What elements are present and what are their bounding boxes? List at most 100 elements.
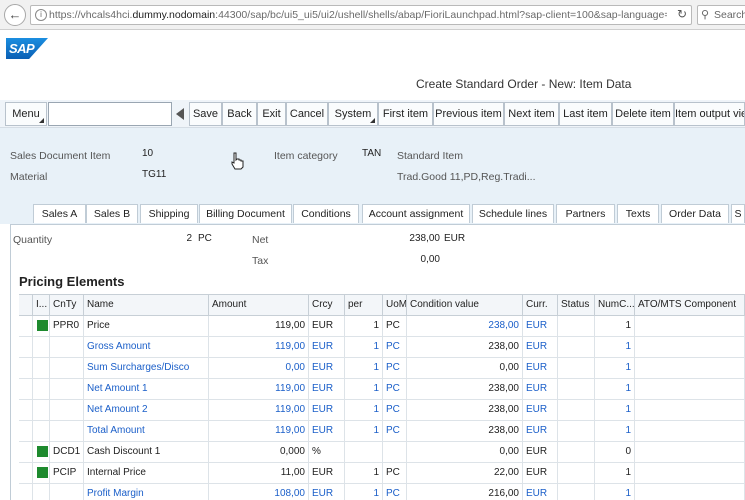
row-cnty[interactable] bbox=[50, 484, 84, 500]
address-bar[interactable]: i https://vhcals4hci.dummy.nodomain:4430… bbox=[30, 5, 692, 25]
row-select[interactable] bbox=[19, 379, 33, 399]
row-status[interactable] bbox=[558, 463, 595, 483]
row-cnty[interactable] bbox=[50, 358, 84, 378]
previous-item-button[interactable]: Previous item bbox=[433, 102, 504, 126]
col-uom[interactable]: UoM bbox=[383, 295, 407, 315]
row-ato-mts[interactable] bbox=[635, 316, 745, 336]
row-numc[interactable]: 1 bbox=[595, 463, 635, 483]
row-cnty[interactable]: PPR0 bbox=[50, 316, 84, 336]
row-name[interactable]: Net Amount 2 bbox=[84, 400, 209, 420]
row-status[interactable] bbox=[558, 421, 595, 441]
row-amount[interactable]: 119,00 bbox=[209, 316, 309, 336]
row-numc[interactable]: 1 bbox=[595, 316, 635, 336]
row-select[interactable] bbox=[19, 463, 33, 483]
row-uom[interactable]: PC bbox=[383, 463, 407, 483]
col-amount[interactable]: Amount bbox=[209, 295, 309, 315]
row-uom[interactable]: PC bbox=[383, 421, 407, 441]
col-curr[interactable]: Curr. bbox=[523, 295, 558, 315]
row-status-icon[interactable] bbox=[33, 358, 50, 378]
row-status-icon[interactable] bbox=[33, 400, 50, 420]
row-condition-value[interactable]: 22,00 bbox=[407, 463, 523, 483]
row-numc[interactable]: 1 bbox=[595, 421, 635, 441]
row-amount[interactable]: 0,000 bbox=[209, 442, 309, 462]
row-condition-value[interactable]: 238,00 bbox=[407, 421, 523, 441]
row-status-icon[interactable] bbox=[33, 379, 50, 399]
row-crcy[interactable]: % bbox=[309, 442, 345, 462]
row-amount[interactable]: 108,00 bbox=[209, 484, 309, 500]
back-button[interactable]: Back bbox=[222, 102, 257, 126]
row-curr[interactable]: EUR bbox=[523, 337, 558, 357]
row-curr[interactable]: EUR bbox=[523, 442, 558, 462]
table-row[interactable]: Profit Margin 108,00 EUR 1 PC 216,00 EUR 1 bbox=[19, 484, 745, 500]
row-cnty[interactable] bbox=[50, 337, 84, 357]
row-per[interactable]: 1 bbox=[345, 379, 383, 399]
col-per[interactable]: per bbox=[345, 295, 383, 315]
row-ato-mts[interactable] bbox=[635, 358, 745, 378]
row-select[interactable] bbox=[19, 442, 33, 462]
row-name[interactable]: Total Amount bbox=[84, 421, 209, 441]
row-per[interactable]: 1 bbox=[345, 337, 383, 357]
row-curr[interactable]: EUR bbox=[523, 400, 558, 420]
row-ato-mts[interactable] bbox=[635, 463, 745, 483]
row-curr[interactable]: EUR bbox=[523, 463, 558, 483]
row-name[interactable]: Gross Amount bbox=[84, 337, 209, 357]
col-ato-mts[interactable]: ATO/MTS Component bbox=[635, 295, 745, 315]
row-amount[interactable]: 119,00 bbox=[209, 337, 309, 357]
col-condition-value[interactable]: Condition value bbox=[407, 295, 523, 315]
col-numc[interactable]: NumC... bbox=[595, 295, 635, 315]
system-button[interactable]: System bbox=[328, 102, 378, 126]
row-ato-mts[interactable] bbox=[635, 442, 745, 462]
row-per[interactable]: 1 bbox=[345, 316, 383, 336]
arrow-left-icon[interactable]: ← bbox=[4, 4, 26, 26]
row-status[interactable] bbox=[558, 337, 595, 357]
row-status-icon[interactable] bbox=[33, 421, 50, 441]
row-condition-value[interactable]: 238,00 bbox=[407, 316, 523, 336]
col-name[interactable]: Name bbox=[84, 295, 209, 315]
row-amount[interactable]: 119,00 bbox=[209, 421, 309, 441]
row-numc[interactable]: 1 bbox=[595, 379, 635, 399]
row-ato-mts[interactable] bbox=[635, 337, 745, 357]
row-name[interactable]: Net Amount 1 bbox=[84, 379, 209, 399]
row-uom[interactable]: PC bbox=[383, 484, 407, 500]
table-row[interactable]: DCD1 Cash Discount 1 0,000% 0,00 EUR 0 bbox=[19, 442, 745, 463]
table-row[interactable]: Net Amount 2 119,00 EUR 1 PC 238,00 EUR 1 bbox=[19, 400, 745, 421]
browser-search-input[interactable]: ⚲ Search bbox=[697, 5, 745, 25]
row-condition-value[interactable]: 216,00 bbox=[407, 484, 523, 500]
row-curr[interactable]: EUR bbox=[523, 358, 558, 378]
row-crcy[interactable]: EUR bbox=[309, 337, 345, 357]
row-crcy[interactable]: EUR bbox=[309, 421, 345, 441]
tab-sales-b[interactable]: Sales B bbox=[86, 204, 138, 223]
row-cnty[interactable] bbox=[50, 379, 84, 399]
col-icon[interactable]: I... bbox=[33, 295, 50, 315]
delete-item-button[interactable]: Delete item bbox=[612, 102, 674, 126]
row-status[interactable] bbox=[558, 316, 595, 336]
row-curr[interactable]: EUR bbox=[523, 316, 558, 336]
row-amount[interactable]: 119,00 bbox=[209, 379, 309, 399]
row-cnty[interactable] bbox=[50, 400, 84, 420]
url-text[interactable]: https://vhcals4hci.dummy.nodomain:44300/… bbox=[49, 9, 667, 21]
row-status[interactable] bbox=[558, 484, 595, 500]
row-condition-value[interactable]: 238,00 bbox=[407, 337, 523, 357]
table-row[interactable]: PCIP Internal Price 11,00 EUR 1 PC 22,00 EUR 1 bbox=[19, 463, 745, 484]
menu-button[interactable]: Menu bbox=[5, 102, 47, 126]
last-item-button[interactable]: Last item bbox=[559, 102, 612, 126]
tab-billing-document[interactable]: Billing Document bbox=[199, 204, 292, 223]
row-numc[interactable]: 1 bbox=[595, 400, 635, 420]
triangle-left-icon[interactable] bbox=[176, 108, 184, 120]
table-row[interactable]: Total Amount 119,00 EUR 1 PC 238,00 EUR 1 bbox=[19, 421, 745, 442]
col-select[interactable] bbox=[19, 295, 33, 315]
row-name[interactable]: Price bbox=[84, 316, 209, 336]
row-condition-value[interactable]: 238,00 bbox=[407, 400, 523, 420]
table-row[interactable]: Net Amount 1 119,00 EUR 1 PC 238,00 EUR 1 bbox=[19, 379, 745, 400]
row-name[interactable]: Internal Price bbox=[84, 463, 209, 483]
row-amount[interactable]: 11,00 bbox=[209, 463, 309, 483]
row-curr[interactable]: EUR bbox=[523, 484, 558, 500]
tab-s[interactable]: S bbox=[731, 204, 745, 223]
row-ato-mts[interactable] bbox=[635, 400, 745, 420]
row-crcy[interactable]: EUR bbox=[309, 484, 345, 500]
tab-partners[interactable]: Partners bbox=[556, 204, 615, 223]
row-numc[interactable]: 0 bbox=[595, 442, 635, 462]
row-status-icon[interactable] bbox=[33, 316, 50, 336]
table-row[interactable]: PPR0 Price 119,00 EUR 1 PC 238,00 EUR 1 bbox=[19, 316, 745, 337]
row-cnty[interactable]: PCIP bbox=[50, 463, 84, 483]
